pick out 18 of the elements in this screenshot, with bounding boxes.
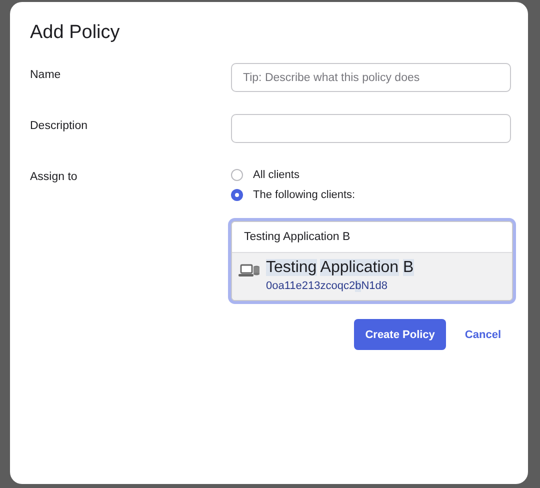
radio-button[interactable] [231, 189, 243, 201]
search-field[interactable]: Testing Application B [232, 222, 512, 253]
client-search-combobox[interactable]: Testing Application B Testing Application B 0oa11e213zcoqc2bN1d8 [231, 221, 513, 301]
search-result[interactable]: Testing Application B 0oa11e213zcoqc2bN1d8 [232, 253, 512, 300]
radio-button[interactable] [231, 169, 243, 181]
dialog-title: Add Policy [30, 22, 121, 44]
radio-option[interactable]: The following clients: [231, 185, 511, 205]
text-field[interactable] [231, 114, 511, 143]
radio-option[interactable]: All clients [231, 165, 511, 185]
field-label: Name [30, 68, 62, 83]
cancel-link[interactable]: Cancel [464, 328, 501, 340]
text-field[interactable]: Tip: Describe what this policy does [231, 63, 511, 92]
computer-icon [238, 264, 260, 278]
client-name: Testing Application B [266, 259, 414, 277]
client-id: 0oa11e213zcoqc2bN1d8 [266, 280, 389, 292]
field-label: Description [30, 119, 89, 134]
create-button[interactable]: Create Policy [354, 319, 446, 350]
field-label: Assign to [30, 170, 78, 185]
